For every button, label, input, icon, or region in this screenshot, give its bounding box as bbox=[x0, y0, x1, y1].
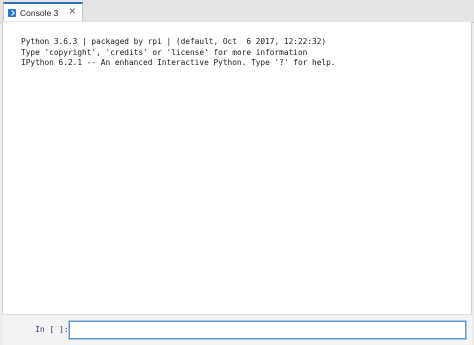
console-line: Python 3.6.3 | packaged by rpi | (defaul… bbox=[21, 37, 327, 46]
tab-console-3[interactable]: Console 3 ✕ bbox=[3, 2, 83, 21]
console-output-area[interactable]: Python 3.6.3 | packaged by rpi | (defaul… bbox=[2, 22, 472, 314]
input-bar: In [ ]: bbox=[2, 314, 472, 345]
tab-label: Console 3 bbox=[20, 7, 59, 18]
input-prompt: In [ ]: bbox=[35, 325, 69, 334]
console-line: Type 'copyright', 'credits' or 'license'… bbox=[21, 47, 308, 57]
close-icon[interactable]: ✕ bbox=[68, 6, 76, 17]
console-input-field[interactable] bbox=[69, 321, 466, 339]
console-line: IPython 6.2.1 -- An enhanced Interactive… bbox=[21, 58, 336, 67]
console-window: Console 3 ✕ Python 3.6.3 | packaged by r… bbox=[0, 0, 474, 345]
console-output: Python 3.6.3 | packaged by rpi | (defaul… bbox=[21, 37, 336, 69]
tab-bar: Console 3 ✕ bbox=[0, 0, 474, 23]
console-icon bbox=[8, 8, 16, 17]
